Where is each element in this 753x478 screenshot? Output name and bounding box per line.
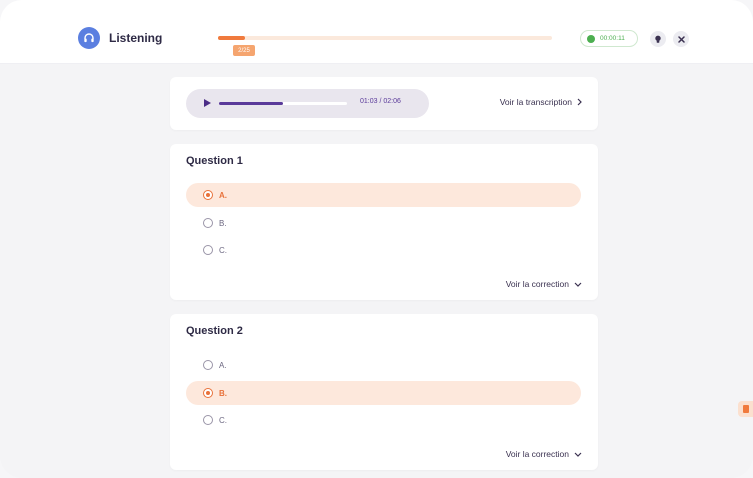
page-title: Listening <box>109 31 163 45</box>
play-icon[interactable] <box>204 99 211 107</box>
correction-toggle[interactable]: Voir la correction <box>506 449 582 459</box>
radio-icon[interactable] <box>203 415 213 425</box>
header: Listening 2/25 00:00:11 <box>0 0 753 64</box>
question-card-1: Question 1 A. B. C. Voir la correction <box>170 144 598 300</box>
option-label: C. <box>219 415 227 425</box>
chevron-right-icon <box>577 98 582 106</box>
radio-icon[interactable] <box>203 245 213 255</box>
option-c[interactable]: C. <box>186 238 581 262</box>
option-label: B. <box>219 218 227 228</box>
chevron-down-icon <box>574 452 582 457</box>
progress-bar <box>218 36 552 40</box>
audio-card: 01:03 / 02:06 Voir la transcription <box>170 77 598 130</box>
close-icon <box>677 35 685 43</box>
question-card-2: Question 2 A. B. C. Voir la correction <box>170 314 598 470</box>
chevron-down-icon <box>574 282 582 287</box>
timer: 00:00:11 <box>580 30 638 47</box>
option-c[interactable]: C. <box>186 408 581 432</box>
audio-time: 01:03 / 02:06 <box>360 98 401 105</box>
radio-icon[interactable] <box>203 388 213 398</box>
report-button[interactable] <box>738 401 753 417</box>
correction-label: Voir la correction <box>505 449 569 459</box>
progress-fill <box>218 36 245 40</box>
question-title: Question 1 <box>186 155 243 167</box>
correction-toggle[interactable]: Voir la correction <box>506 279 582 289</box>
timer-text: 00:00:11 <box>600 35 625 42</box>
close-button[interactable] <box>673 31 689 47</box>
radio-icon[interactable] <box>203 360 213 370</box>
radio-icon[interactable] <box>203 190 213 200</box>
option-label: A. <box>219 190 227 200</box>
option-label: C. <box>219 245 227 255</box>
transcript-link[interactable]: Voir la transcription <box>500 97 582 107</box>
brand: Listening <box>78 27 162 49</box>
option-a[interactable]: A. <box>186 353 581 377</box>
audio-track-fill <box>219 102 283 105</box>
radio-icon[interactable] <box>203 218 213 228</box>
report-icon <box>742 405 749 413</box>
hint-button[interactable] <box>650 31 666 47</box>
option-a[interactable]: A. <box>186 183 581 207</box>
option-label: B. <box>219 388 227 398</box>
progress-badge: 2/25 <box>233 45 255 56</box>
question-title: Question 2 <box>186 325 243 337</box>
option-label: A. <box>219 360 227 370</box>
headphones-icon <box>78 27 100 49</box>
audio-player[interactable]: 01:03 / 02:06 <box>186 89 429 118</box>
app-window: Listening 2/25 00:00:11 01:03 / 02:06 Vo… <box>0 0 753 478</box>
option-b[interactable]: B. <box>186 381 581 405</box>
audio-track[interactable] <box>219 102 347 105</box>
transcript-label: Voir la transcription <box>499 97 572 107</box>
correction-label: Voir la correction <box>505 279 569 289</box>
option-b[interactable]: B. <box>186 211 581 235</box>
clock-icon <box>587 34 595 43</box>
lightbulb-icon <box>655 35 661 43</box>
